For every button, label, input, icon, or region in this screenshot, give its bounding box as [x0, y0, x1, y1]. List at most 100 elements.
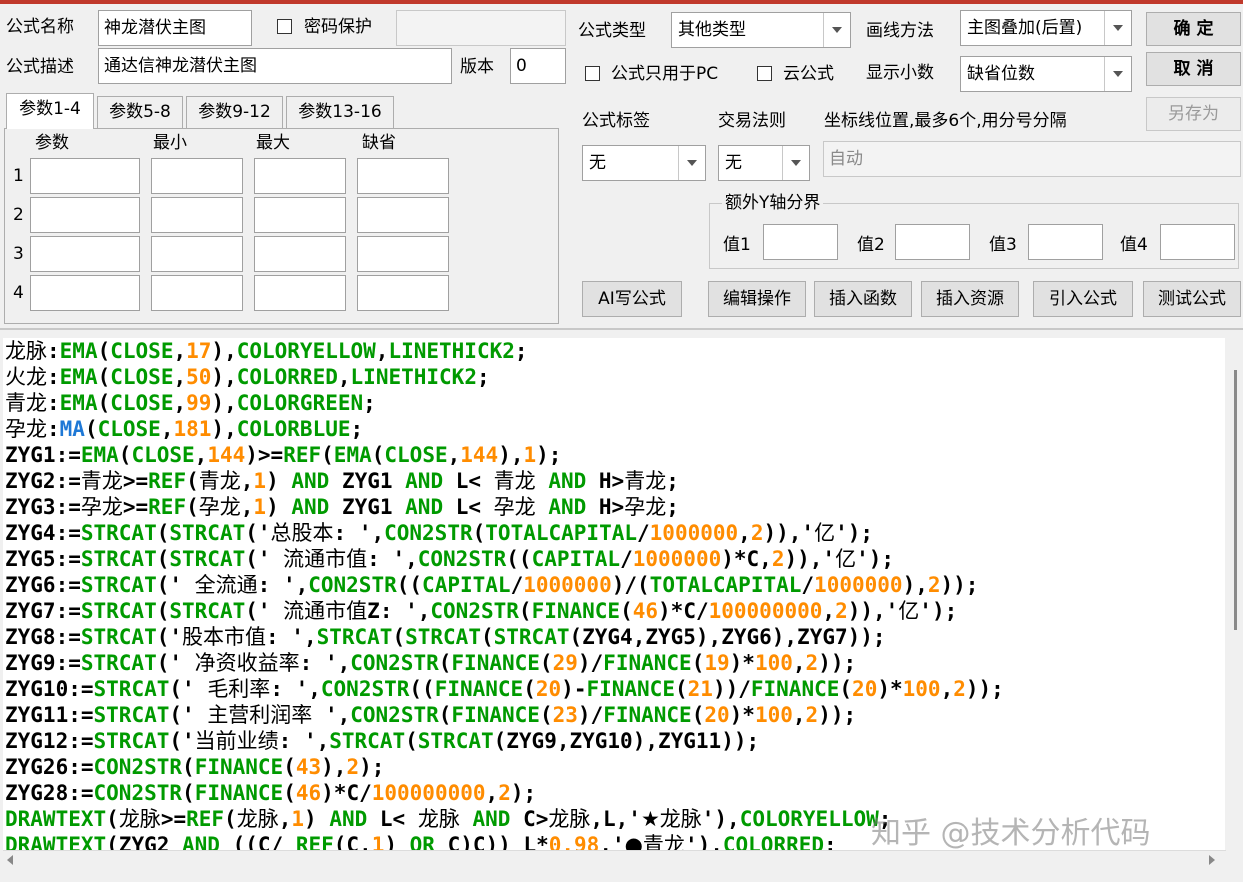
cancel-button[interactable]: 取 消 — [1146, 52, 1241, 86]
y-value-4-input[interactable] — [1160, 224, 1235, 260]
params-panel: 参数 最小 最大 缺省 1 2 3 4 — [4, 128, 559, 324]
param-4-min-input[interactable] — [151, 275, 243, 311]
draw-method-value: 主图叠加(后置) — [967, 18, 1083, 38]
param-1-name-input[interactable] — [30, 158, 140, 194]
draw-method-select[interactable]: 主图叠加(后置) — [960, 10, 1132, 46]
tab-params-1-4[interactable]: 参数1-4 — [6, 93, 94, 129]
version-label: 版本 — [460, 57, 494, 77]
tab-params-9-12[interactable]: 参数9-12 — [186, 96, 283, 128]
trade-rule-label: 交易法则 — [718, 111, 786, 131]
code-line: ZYG10:=STRCAT(' 毛利率: ',CON2STR((FINANCE(… — [5, 677, 1004, 701]
horizontal-scrollbar[interactable] — [3, 850, 1226, 868]
import-formula-button[interactable]: 引入公式 — [1033, 281, 1133, 317]
param-4-default-input[interactable] — [357, 275, 449, 311]
y-value-3-input[interactable] — [1028, 224, 1103, 260]
formula-desc-input[interactable]: 通达信神龙潜伏主图 — [98, 48, 452, 84]
tab-params-5-8[interactable]: 参数5-8 — [97, 96, 183, 128]
param-row-number: 1 — [13, 166, 24, 186]
trade-rule-value: 无 — [725, 153, 742, 173]
param-1-default-input[interactable] — [357, 158, 449, 194]
decimals-select[interactable]: 缺省位数 — [960, 56, 1132, 92]
y-value-2-input[interactable] — [895, 224, 970, 260]
edit-operations-button[interactable]: 编辑操作 — [708, 281, 806, 317]
param-header-min: 最小 — [153, 133, 187, 153]
ok-button[interactable]: 确 定 — [1146, 12, 1241, 46]
scroll-left-arrow-icon[interactable] — [7, 855, 13, 865]
code-line: ZYG12:=STRCAT('当前业绩: ',STRCAT(STRCAT(ZYG… — [5, 729, 760, 753]
axis-position-label: 坐标线位置,最多6个,用分号分隔 — [824, 111, 1067, 131]
formula-type-label: 公式类型 — [578, 21, 646, 41]
formula-name-label: 公式名称 — [6, 17, 74, 37]
code-line: ZYG28:=CON2STR(FINANCE(46)*C/100000000,2… — [5, 781, 537, 805]
vertical-scrollbar-thumb[interactable] — [1234, 370, 1237, 630]
param-row-number: 4 — [13, 283, 24, 303]
insert-resource-button[interactable]: 插入资源 — [921, 281, 1019, 317]
y-value-2-label: 值2 — [857, 235, 885, 255]
param-4-max-input[interactable] — [254, 275, 346, 311]
code-line: ZYG4:=STRCAT(STRCAT('总股本: ',CON2STR(TOTA… — [5, 521, 873, 545]
password-input[interactable] — [396, 10, 566, 46]
param-row-number: 3 — [13, 244, 24, 264]
window-top-border — [0, 0, 1243, 4]
axis-position-input[interactable]: 自动 — [823, 141, 1241, 177]
decimals-label: 显示小数 — [866, 63, 934, 83]
param-3-name-input[interactable] — [30, 236, 140, 272]
y-value-4-label: 值4 — [1120, 235, 1148, 255]
param-2-default-input[interactable] — [357, 197, 449, 233]
param-header-default: 缺省 — [362, 133, 396, 153]
pc-only-label: 公式只用于PC — [611, 64, 719, 84]
param-3-min-input[interactable] — [151, 236, 243, 272]
code-line: ZYG7:=STRCAT(STRCAT(' 流通市值Z: ',CON2STR(F… — [5, 599, 958, 623]
chevron-down-icon — [782, 146, 809, 180]
test-formula-button[interactable]: 测试公式 — [1143, 281, 1241, 317]
ai-write-formula-button[interactable]: AI写公式 — [582, 281, 682, 317]
code-line: ZYG9:=STRCAT(' 净资收益率: ',CON2STR(FINANCE(… — [5, 651, 857, 675]
trade-rule-select[interactable]: 无 — [718, 145, 810, 181]
formula-tag-select[interactable]: 无 — [582, 145, 706, 181]
draw-method-label: 画线方法 — [866, 21, 934, 41]
cloud-formula-checkbox[interactable] — [757, 66, 772, 81]
code-line: 青龙:EMA(CLOSE,99),COLORGREEN; — [5, 391, 376, 415]
param-2-name-input[interactable] — [30, 197, 140, 233]
decimals-value: 缺省位数 — [967, 64, 1035, 84]
code-editor[interactable]: 龙脉:EMA(CLOSE,17),COLORYELLOW,LINETHICK2;… — [3, 338, 1225, 850]
code-line: DRAWTEXT(龙脉>=REF(龙脉,1) AND L< 龙脉 AND C>龙… — [5, 807, 892, 831]
code-line: DRAWTEXT(ZYG2 AND ((C/ REF(C,1) OR C)C))… — [5, 833, 837, 850]
code-text: 龙脉:EMA(CLOSE,17),COLORYELLOW,LINETHICK2;… — [5, 338, 1004, 850]
param-4-name-input[interactable] — [30, 275, 140, 311]
password-protect-checkbox[interactable] — [277, 19, 292, 34]
param-1-min-input[interactable] — [151, 158, 243, 194]
tab-params-13-16[interactable]: 参数13-16 — [286, 96, 394, 128]
pc-only-checkbox[interactable] — [585, 66, 600, 81]
scroll-right-arrow-icon[interactable] — [1209, 855, 1215, 865]
y-value-3-label: 值3 — [989, 235, 1017, 255]
version-input[interactable]: 0 — [510, 48, 566, 84]
cloud-formula-label: 云公式 — [783, 64, 834, 84]
code-line: ZYG1:=EMA(CLOSE,144)>=REF(EMA(CLOSE,144)… — [5, 443, 562, 467]
code-line: ZYG6:=STRCAT(' 全流通: ',CON2STR((CAPITAL/1… — [5, 573, 979, 597]
param-3-max-input[interactable] — [254, 236, 346, 272]
chevron-down-icon — [823, 13, 850, 47]
param-header-max: 最大 — [256, 133, 290, 153]
chevron-down-icon — [1104, 57, 1131, 91]
insert-function-button[interactable]: 插入函数 — [814, 281, 912, 317]
formula-tag-label: 公式标签 — [582, 111, 650, 131]
code-line: ZYG11:=STRCAT(' 主营利润率 ',CON2STR(FINANCE(… — [5, 703, 857, 727]
code-line: ZYG3:=孕龙>=REF(孕龙,1) AND ZYG1 AND L< 孕龙 A… — [5, 495, 679, 519]
vertical-scrollbar[interactable] — [1226, 338, 1243, 850]
formula-type-select[interactable]: 其他类型 — [671, 12, 851, 48]
y-value-1-input[interactable] — [763, 224, 838, 260]
param-2-max-input[interactable] — [254, 197, 346, 233]
code-line: 孕龙:MA(CLOSE,181),COLORBLUE; — [5, 417, 364, 441]
param-3-default-input[interactable] — [357, 236, 449, 272]
chevron-down-icon — [678, 146, 705, 180]
extra-y-axis-title: 额外Y轴分界 — [722, 192, 824, 214]
formula-type-value: 其他类型 — [678, 20, 746, 40]
formula-tag-value: 无 — [589, 153, 606, 173]
formula-name-input[interactable]: 神龙潜伏主图 — [98, 10, 252, 46]
editor-top-border — [0, 328, 1243, 330]
param-2-min-input[interactable] — [151, 197, 243, 233]
save-as-button[interactable]: 另存为 — [1146, 97, 1241, 131]
y-value-1-label: 值1 — [723, 235, 751, 255]
param-1-max-input[interactable] — [254, 158, 346, 194]
